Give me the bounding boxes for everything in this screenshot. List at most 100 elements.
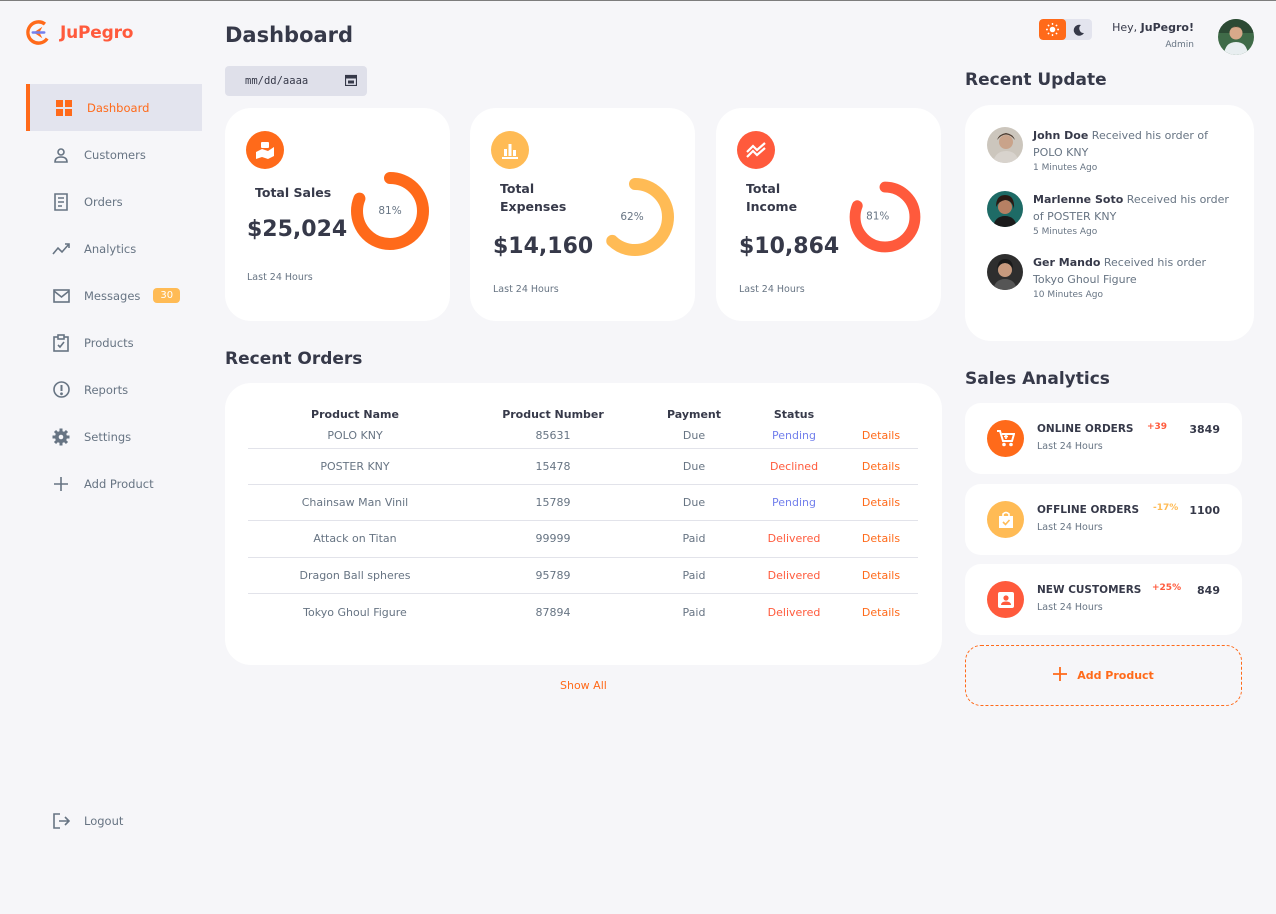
avatar [987,191,1023,227]
clipboard-icon [52,333,70,352]
analytics-value: 849 [1197,584,1220,597]
product-name-cell: POSTER KNY [248,448,462,485]
sun-icon[interactable] [1039,19,1066,40]
update-time: 1 Minutes Ago [1033,163,1098,173]
product-number-cell: 99999 [462,520,644,558]
theme-toggle[interactable] [1039,19,1092,40]
show-all-link[interactable]: Show All [560,679,607,692]
sales-icon [246,131,284,169]
date-input[interactable]: mm/dd/aaaa [225,66,367,96]
analytics-card-offline-orders: OFFLINE ORDERS Last 24 Hours -17% 1100 [965,484,1242,555]
progress-donut: 81% [351,172,429,250]
calendar-icon[interactable] [344,74,358,89]
sidebar-item-logout[interactable]: Logout [26,797,202,844]
details-link[interactable]: Details [844,423,918,449]
messages-count-badge: 30 [153,288,181,303]
analytics-subtitle: Last 24 Hours [1037,522,1103,533]
logout-link[interactable]: Logout [26,797,202,844]
plus-icon [1053,667,1068,684]
status-cell: Delivered [744,557,844,595]
stat-card-expenses: Total Expenses $14,160 Last 24 Hours 62% [470,108,695,321]
update-text: Marlenne Soto Received his order of POST… [1033,191,1237,240]
column-header: Product Name [311,407,399,421]
product-name-cell: Tokyo Ghoul Figure [303,605,407,619]
payment-cell: Paid [682,605,706,619]
analytics-change: +39 [1147,422,1168,432]
sidebar-item-label: Settings [84,429,132,444]
status-cell: Delivered [767,605,821,619]
logout-label: Logout [84,813,124,828]
details-link[interactable]: Details [844,484,918,522]
analytics-value: 3849 [1189,423,1220,436]
analytics-change: -17% [1153,503,1179,513]
sidebar-item-settings[interactable]: Settings [26,413,202,460]
add-product-button[interactable]: Add Product [965,645,1242,706]
progress-donut: 62% [596,178,674,256]
bar-chart-icon [491,131,529,169]
update-item: Marlenne Soto Received his order of POST… [987,191,1237,240]
stat-label: Total Income [746,181,798,214]
product-name-cell: Chainsaw Man Vinil [248,484,462,522]
recent-updates-card: John Doe Received his order of POLO KNY … [965,105,1254,341]
sidebar-item-label: Products [84,335,134,350]
product-number-cell: 15789 [462,484,644,522]
stat-footer: Last 24 Hours [739,284,805,295]
sidebar-item-customers[interactable]: Customers [26,131,202,178]
mail-icon [52,287,70,305]
avatar [987,127,1023,163]
brand-logo[interactable]: JuPegro [25,19,133,46]
report-icon [52,381,70,399]
product-name-cell: POLO KNY [248,423,462,449]
details-link[interactable]: Details [844,594,918,630]
plus-icon [52,475,70,493]
update-item: Ger Mando Received his order Tokyo Ghoul… [987,254,1237,303]
date-input-placeholder: mm/dd/aaaa [245,75,309,87]
sidebar-item-orders[interactable]: Orders [26,178,202,225]
person-icon [987,581,1024,618]
avatar [987,254,1023,290]
sidebar-item-analytics[interactable]: Analytics [26,225,202,272]
stat-label: Total Sales [255,185,332,200]
receipt-icon [52,192,70,211]
orders-table: Product Name Product Number Payment Stat… [248,405,918,630]
status-cell: Pending [744,423,844,449]
table-row: Dragon Ball spheres 95789 Paid Delivered Det… [248,557,918,595]
grid-icon [55,99,73,117]
update-time: 5 Minutes Ago [1033,227,1098,237]
sidebar-item-reports[interactable]: Reports [26,366,202,413]
sidebar-item-products[interactable]: Products [26,319,202,366]
moon-icon[interactable] [1066,19,1093,40]
update-text: Ger Mando Received his order Tokyo Ghoul… [1033,254,1237,303]
product-number-cell: 15478 [462,448,644,485]
sidebar-item-label: Dashboard [87,100,150,115]
details-link[interactable]: Details [844,557,918,595]
table-row: Attack on Titan 99999 Paid Delivered Details [248,520,918,558]
product-number-cell: 95789 [462,557,644,595]
analytics-card-new-customers: NEW CUSTOMERS Last 24 Hours +25% 849 [965,564,1242,635]
details-link[interactable]: Details [844,448,918,485]
table-row: POLO KNY 85631 Due Pending Details [248,423,918,449]
sidebar-item-label: Orders [84,194,123,209]
sidebar-item-label: Add Product [84,476,154,491]
shopping-cart-icon [987,420,1024,457]
sidebar-item-label: Customers [84,147,146,162]
stat-card-sales: Total Sales $25,024 Last 24 Hours 81% [225,108,450,321]
brand-name: JuPegro [60,22,134,43]
sidebar-item-add-product[interactable]: Add Product [26,460,202,507]
stat-value: $10,864 [739,234,840,259]
recent-update-title: Recent Update [965,70,1107,90]
sidebar-item-messages[interactable]: Messages 30 [26,272,202,319]
status-cell: Declined [744,448,844,485]
product-name-cell: Attack on Titan [248,520,462,558]
payment-cell: Due [644,484,744,522]
analytics-title: OFFLINE ORDERS [1037,504,1140,516]
profile-avatar[interactable] [1218,19,1254,55]
table-row: POSTER KNY 15478 Due Declined Details [248,448,918,485]
product-number-cell: 87894 [535,605,571,619]
sidebar-item-dashboard[interactable]: Dashboard [26,84,202,131]
details-link[interactable]: Details [844,520,918,558]
sidebar-item-label: Messages [84,288,141,303]
column-header: Product Number [502,407,604,421]
analytics-icon [52,240,70,258]
payment-cell: Due [644,448,744,485]
